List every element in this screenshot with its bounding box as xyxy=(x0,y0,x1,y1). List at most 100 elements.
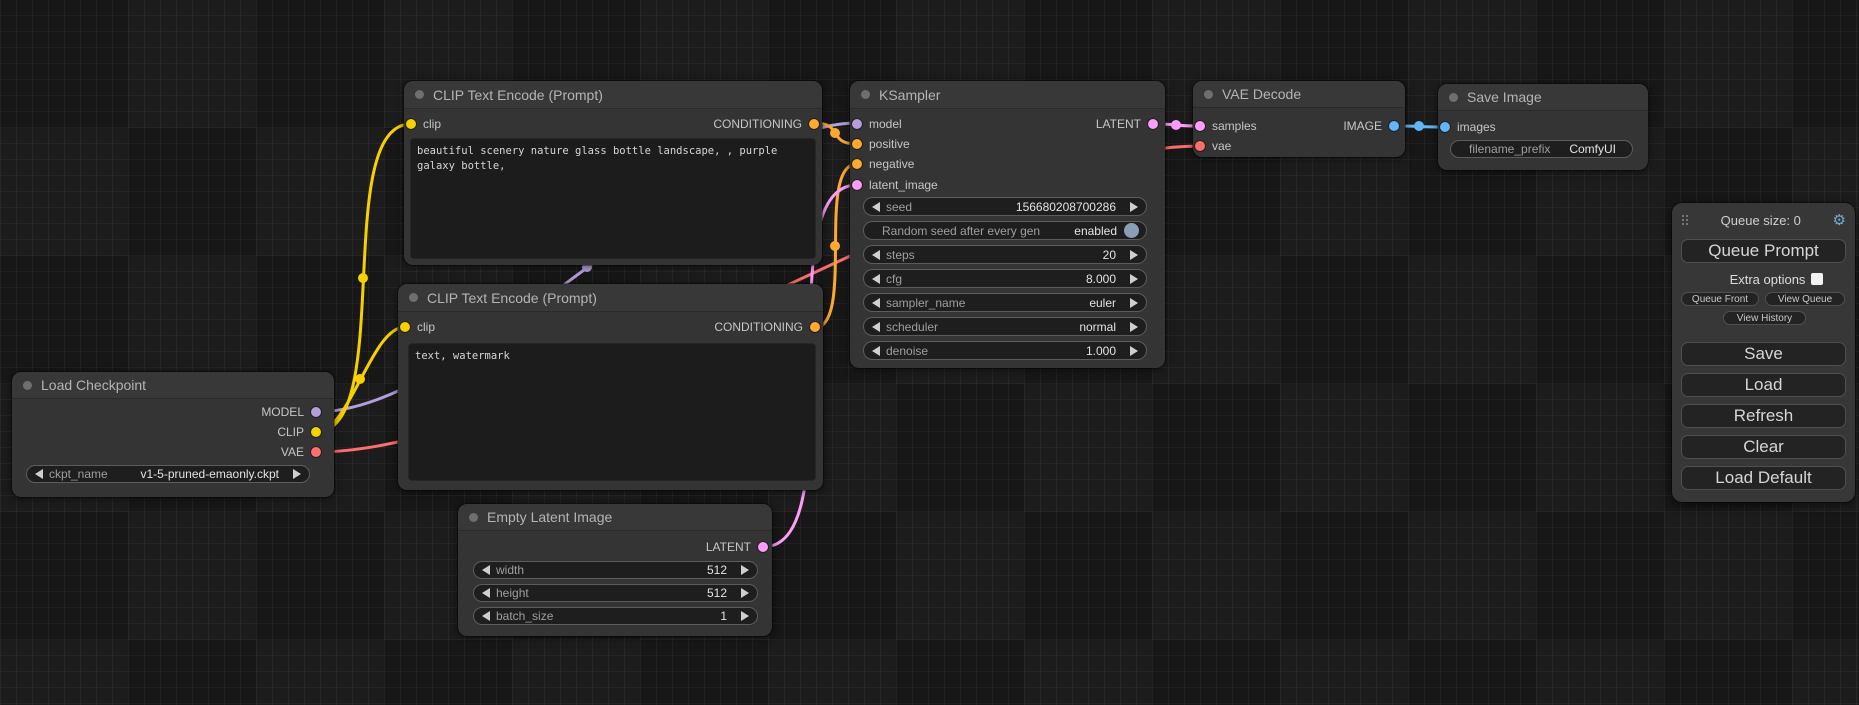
output-slot-conditioning[interactable]: CONDITIONING xyxy=(707,317,820,337)
clip-slot-icon[interactable] xyxy=(406,119,416,129)
input-slot-clip[interactable]: clip xyxy=(400,317,442,337)
prompt-textarea[interactable]: beautiful scenery nature glass bottle la… xyxy=(410,138,816,259)
arrow-left-icon[interactable] xyxy=(872,202,880,212)
widget-scheduler[interactable]: scheduler normal xyxy=(863,317,1147,336)
input-slot-positive[interactable]: positive xyxy=(852,134,917,154)
conditioning-slot-icon[interactable] xyxy=(852,139,862,149)
input-slot-negative[interactable]: negative xyxy=(852,154,921,174)
widget-seed[interactable]: seed 156680208700286 xyxy=(863,197,1147,216)
node-graph-canvas[interactable]: CLIP Text Encode (Prompt) clip CONDITION… xyxy=(0,0,1859,705)
widget-width[interactable]: width 512 xyxy=(473,561,758,579)
node-title-bar[interactable]: Empty Latent Image xyxy=(458,504,772,531)
conditioning-slot-icon[interactable] xyxy=(810,322,820,332)
node-ksampler[interactable]: KSampler model positive negative latent_… xyxy=(850,81,1165,368)
arrow-left-icon[interactable] xyxy=(482,565,490,575)
widget-filename-prefix[interactable]: filename_prefix ComfyUI xyxy=(1450,140,1633,158)
widget-ckpt-name[interactable]: ckpt_name v1-5-pruned-emaonly.ckpt xyxy=(26,465,310,483)
view-history-button[interactable]: View History xyxy=(1723,311,1806,325)
widget-cfg[interactable]: cfg 8.000 xyxy=(863,269,1147,288)
arrow-right-icon[interactable] xyxy=(1130,202,1138,212)
vae-slot-icon[interactable] xyxy=(311,447,321,457)
latent-slot-icon[interactable] xyxy=(1148,119,1158,129)
widget-random-seed-toggle[interactable]: Random seed after every gen enabled xyxy=(863,221,1147,240)
collapse-dot-icon[interactable] xyxy=(415,90,424,99)
collapse-dot-icon[interactable] xyxy=(409,293,418,302)
collapse-dot-icon[interactable] xyxy=(1449,93,1458,102)
latent-slot-icon[interactable] xyxy=(1195,121,1205,131)
node-title-bar[interactable]: VAE Decode xyxy=(1193,81,1405,108)
arrow-left-icon[interactable] xyxy=(482,588,490,598)
input-slot-samples[interactable]: samples xyxy=(1195,116,1264,136)
output-slot-model[interactable]: MODEL xyxy=(254,402,321,422)
collapse-dot-icon[interactable] xyxy=(1204,90,1213,99)
extra-options-checkbox[interactable] xyxy=(1811,273,1823,285)
arrow-left-icon[interactable] xyxy=(872,250,880,260)
widget-height[interactable]: height 512 xyxy=(473,584,758,602)
vae-slot-icon[interactable] xyxy=(1195,141,1205,151)
arrow-right-icon[interactable] xyxy=(1130,346,1138,356)
node-title-bar[interactable]: KSampler xyxy=(850,81,1165,109)
node-load-checkpoint[interactable]: Load Checkpoint MODEL CLIP VAE ckpt_name… xyxy=(12,372,334,497)
conditioning-slot-icon[interactable] xyxy=(852,159,862,169)
node-title-bar[interactable]: Save Image xyxy=(1438,84,1648,111)
arrow-left-icon[interactable] xyxy=(35,469,43,479)
output-slot-conditioning[interactable]: CONDITIONING xyxy=(706,114,819,134)
model-slot-icon[interactable] xyxy=(852,119,862,129)
arrow-left-icon[interactable] xyxy=(872,322,880,332)
node-clip-text-encode-1[interactable]: CLIP Text Encode (Prompt) clip CONDITION… xyxy=(404,81,822,265)
save-button[interactable]: Save xyxy=(1681,342,1846,366)
clip-slot-icon[interactable] xyxy=(400,322,410,332)
input-slot-clip[interactable]: clip xyxy=(406,114,448,134)
output-slot-latent[interactable]: LATENT xyxy=(699,537,768,557)
input-slot-latent-image[interactable]: latent_image xyxy=(852,175,945,195)
load-default-button[interactable]: Load Default xyxy=(1681,466,1846,490)
drag-handle-icon[interactable] xyxy=(1682,215,1689,226)
latent-slot-icon[interactable] xyxy=(758,542,768,552)
collapse-dot-icon[interactable] xyxy=(861,90,870,99)
prompt-textarea[interactable]: text, watermark xyxy=(408,343,816,481)
input-slot-model[interactable]: model xyxy=(852,114,909,134)
arrow-right-icon[interactable] xyxy=(1130,322,1138,332)
settings-gear-icon[interactable]: ⚙ xyxy=(1833,213,1846,228)
toggle-circle-icon[interactable] xyxy=(1124,223,1139,238)
arrow-right-icon[interactable] xyxy=(293,469,301,479)
arrow-right-icon[interactable] xyxy=(741,611,749,621)
arrow-left-icon[interactable] xyxy=(872,346,880,356)
collapse-dot-icon[interactable] xyxy=(469,513,478,522)
conditioning-slot-icon[interactable] xyxy=(809,119,819,129)
widget-steps[interactable]: steps 20 xyxy=(863,245,1147,264)
queue-prompt-button[interactable]: Queue Prompt xyxy=(1681,239,1846,263)
output-slot-image[interactable]: IMAGE xyxy=(1336,116,1399,136)
collapse-dot-icon[interactable] xyxy=(23,381,32,390)
load-button[interactable]: Load xyxy=(1681,373,1846,397)
arrow-left-icon[interactable] xyxy=(482,611,490,621)
image-slot-icon[interactable] xyxy=(1440,122,1450,132)
arrow-right-icon[interactable] xyxy=(1130,274,1138,284)
view-queue-button[interactable]: View Queue xyxy=(1765,292,1845,306)
node-vae-decode[interactable]: VAE Decode samples vae IMAGE xyxy=(1193,81,1405,157)
latent-slot-icon[interactable] xyxy=(852,180,862,190)
refresh-button[interactable]: Refresh xyxy=(1681,404,1846,428)
arrow-left-icon[interactable] xyxy=(872,298,880,308)
arrow-left-icon[interactable] xyxy=(872,274,880,284)
node-save-image[interactable]: Save Image images filename_prefix ComfyU… xyxy=(1438,84,1648,170)
image-slot-icon[interactable] xyxy=(1389,121,1399,131)
arrow-right-icon[interactable] xyxy=(741,588,749,598)
output-slot-latent[interactable]: LATENT xyxy=(1089,114,1158,134)
clip-slot-icon[interactable] xyxy=(311,427,321,437)
node-title-bar[interactable]: CLIP Text Encode (Prompt) xyxy=(398,284,823,312)
node-title-bar[interactable]: Load Checkpoint xyxy=(12,372,334,399)
output-slot-vae[interactable]: VAE xyxy=(274,442,321,462)
node-title-bar[interactable]: CLIP Text Encode (Prompt) xyxy=(404,81,822,109)
input-slot-vae[interactable]: vae xyxy=(1195,136,1238,156)
output-slot-clip[interactable]: CLIP xyxy=(270,422,321,442)
node-empty-latent-image[interactable]: Empty Latent Image LATENT width 512 heig… xyxy=(458,504,772,636)
input-slot-images[interactable]: images xyxy=(1440,117,1503,137)
model-slot-icon[interactable] xyxy=(311,407,321,417)
arrow-right-icon[interactable] xyxy=(741,565,749,575)
clear-button[interactable]: Clear xyxy=(1681,435,1846,459)
arrow-right-icon[interactable] xyxy=(1130,250,1138,260)
widget-sampler-name[interactable]: sampler_name euler xyxy=(863,293,1147,312)
widget-denoise[interactable]: denoise 1.000 xyxy=(863,341,1147,360)
widget-batch-size[interactable]: batch_size 1 xyxy=(473,607,758,625)
